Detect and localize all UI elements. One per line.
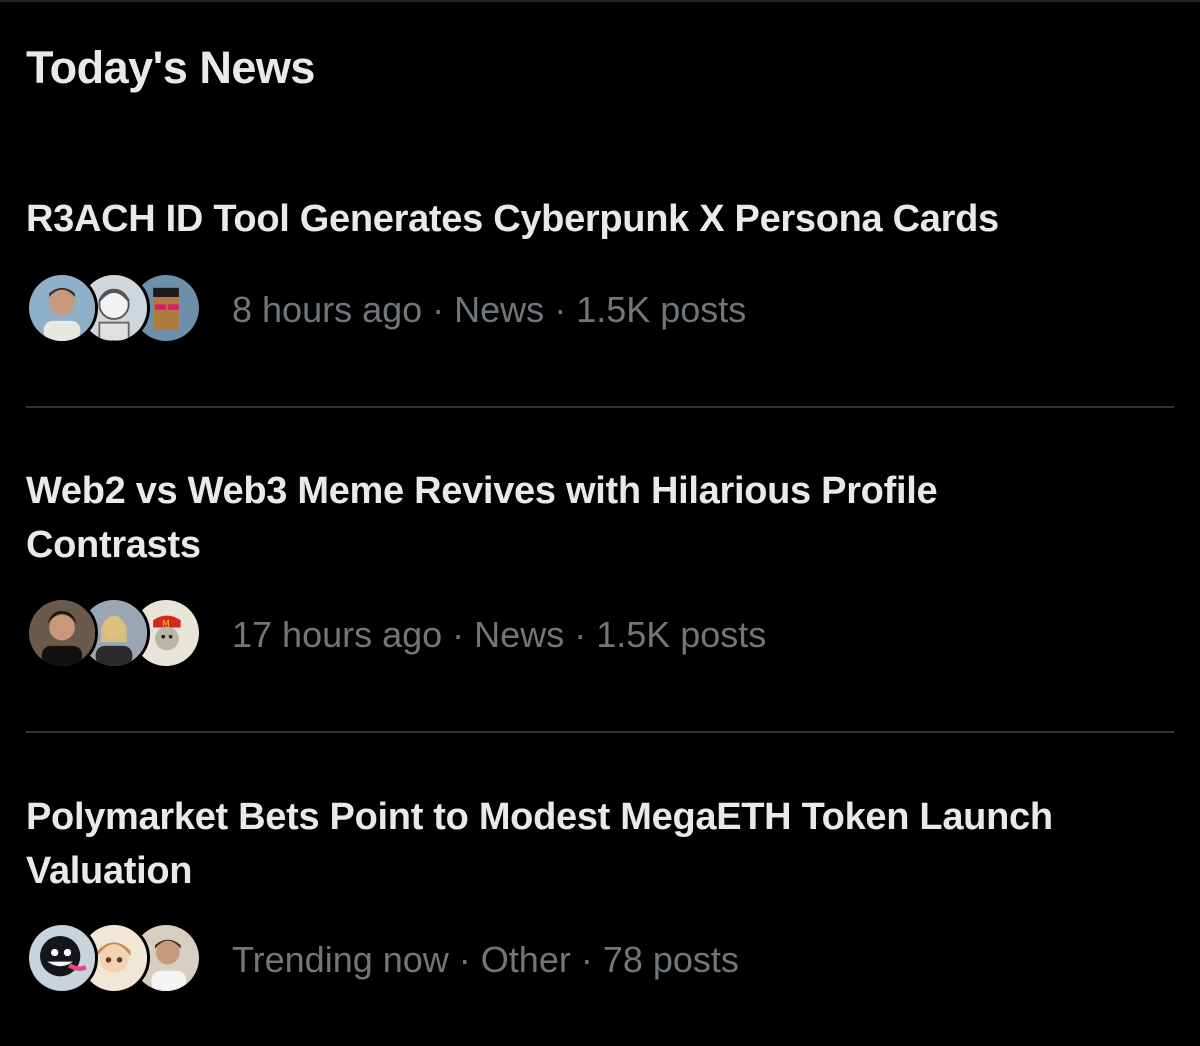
news-category: News <box>454 289 545 330</box>
news-post-count: 1.5K posts <box>576 289 747 330</box>
avatar-stack: M <box>26 595 206 675</box>
news-headline[interactable]: Web2 vs Web3 Meme Revives with Hilarious… <box>26 464 966 572</box>
news-meta: Trending now · Other · 78 posts <box>26 920 739 1000</box>
news-post-count: 78 posts <box>602 939 739 980</box>
news-meta-text: 17 hours ago · News · 1.5K posts <box>232 614 766 656</box>
news-meta: 8 hours ago · News · 1.5K posts <box>26 270 746 350</box>
avatar-stack <box>26 270 206 350</box>
meta-separator: · <box>422 289 455 330</box>
divider <box>26 731 1174 733</box>
news-time: Trending now <box>232 939 449 980</box>
meta-separator: · <box>570 939 603 980</box>
top-border <box>0 0 1200 2</box>
meta-separator: · <box>442 614 475 655</box>
meta-separator: · <box>448 939 481 980</box>
avatar-stack <box>26 920 206 1000</box>
news-category: Other <box>480 939 571 980</box>
news-category: News <box>474 614 565 655</box>
news-time: 17 hours ago <box>232 614 443 655</box>
news-headline[interactable]: Polymarket Bets Point to Modest MegaETH … <box>26 790 1086 898</box>
meta-separator: · <box>564 614 597 655</box>
divider <box>26 406 1174 408</box>
meta-separator: · <box>544 289 577 330</box>
avatar <box>26 922 98 994</box>
avatar <box>26 272 98 344</box>
avatar <box>26 597 98 669</box>
news-post-count: 1.5K posts <box>596 614 767 655</box>
news-headline[interactable]: R3ACH ID Tool Generates Cyberpunk X Pers… <box>26 192 1176 246</box>
news-time: 8 hours ago <box>232 289 423 330</box>
section-title: Today's News <box>26 42 315 93</box>
news-meta-text: 8 hours ago · News · 1.5K posts <box>232 289 746 331</box>
news-meta-text: Trending now · Other · 78 posts <box>232 939 739 981</box>
news-meta: M 17 hours ago · News · 1.5K posts <box>26 595 766 675</box>
